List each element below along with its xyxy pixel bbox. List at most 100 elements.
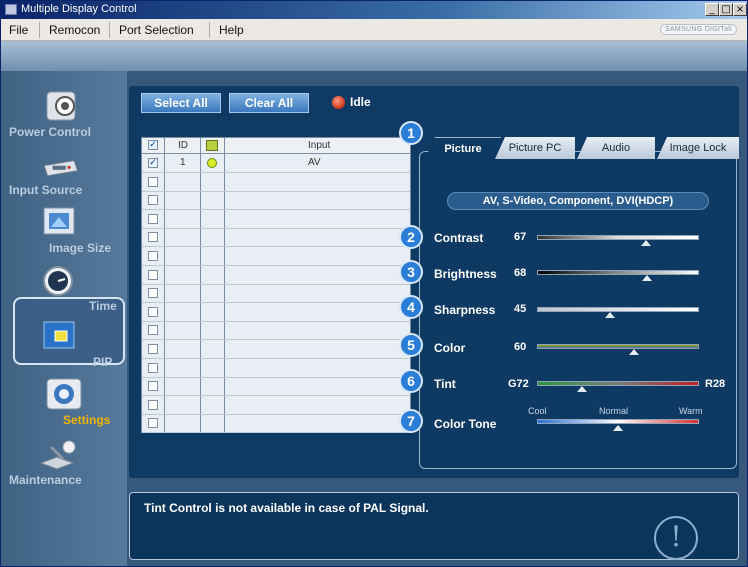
row-checkbox[interactable]: [148, 195, 158, 206]
image-size-icon: [43, 207, 75, 235]
row-checkbox[interactable]: [148, 381, 158, 392]
callout-badge-5: 5: [399, 333, 423, 357]
row-checkbox[interactable]: [148, 251, 158, 261]
table-row[interactable]: [142, 210, 410, 229]
contrast-slider[interactable]: [537, 235, 699, 240]
maintenance-icon: [39, 440, 76, 470]
grid-header: ✓ ID Input: [142, 138, 410, 154]
header-status-icon: [206, 140, 218, 151]
tint-slider-thumb[interactable]: [577, 386, 588, 392]
menu-remocon[interactable]: Remocon: [49, 23, 100, 37]
clear-all-button[interactable]: Clear All: [229, 93, 309, 113]
sidebar-item-settings[interactable]: Settings: [1, 375, 127, 433]
contrast-slider-thumb[interactable]: [640, 240, 651, 246]
color-slider-thumb[interactable]: [629, 349, 640, 355]
input-icon: [43, 160, 78, 177]
message-box: Tint Control is not available in case of…: [129, 492, 739, 560]
contrast-label: Contrast: [434, 231, 484, 245]
color-tone-normal-label: Normal: [599, 406, 629, 416]
row-checkbox[interactable]: [148, 344, 158, 354]
sidebar-item-power-control[interactable]: Power Control: [1, 89, 127, 147]
row-checkbox[interactable]: [148, 418, 158, 429]
sidebar-label-maintenance: Maintenance: [9, 473, 82, 487]
tab-picture-pc[interactable]: Picture PC: [495, 137, 575, 159]
table-row[interactable]: [142, 247, 410, 266]
menu-separator: [39, 22, 40, 38]
color-value: 60: [514, 341, 527, 353]
table-row[interactable]: [142, 321, 410, 341]
row-input: AV: [308, 157, 321, 168]
callout-badge-3: 3: [399, 260, 423, 284]
menu-separator: [109, 22, 110, 38]
row-checkbox[interactable]: [148, 288, 158, 299]
row-checkbox[interactable]: [148, 232, 158, 243]
pip-icon: [43, 321, 75, 349]
window-title: Multiple Display Control: [21, 3, 137, 15]
sidebar-item-time[interactable]: Time: [1, 263, 127, 321]
table-row[interactable]: ✓ 1 AV: [142, 154, 410, 173]
tint-slider[interactable]: [537, 381, 699, 386]
callout-badge-2: 2: [399, 225, 423, 249]
sidebar-item-maintenance[interactable]: Maintenance: [1, 437, 127, 495]
color-slider[interactable]: [537, 344, 699, 349]
color-tone-slider[interactable]: [537, 419, 699, 424]
brightness-slider[interactable]: [537, 270, 699, 275]
close-button[interactable]: ×: [733, 3, 747, 16]
menu-help[interactable]: Help: [219, 23, 244, 37]
row-checkbox[interactable]: [148, 362, 158, 373]
row-checkbox[interactable]: [148, 269, 158, 280]
app-window: Multiple Display Control _ □ × File Remo…: [0, 0, 748, 567]
color-tone-cool-label: Cool: [528, 406, 547, 416]
color-label: Color: [434, 341, 466, 355]
contrast-value: 67: [514, 231, 527, 243]
clock-icon: [43, 266, 73, 296]
color-tone-warm-label: Warm: [679, 406, 703, 416]
header-id: ID: [178, 140, 188, 151]
row-checkbox[interactable]: [148, 176, 158, 187]
sidebar-item-image-size[interactable]: Image Size: [1, 205, 127, 263]
row-checkbox[interactable]: [148, 213, 158, 224]
color-tone-slider-thumb[interactable]: [613, 425, 623, 431]
header-input: Input: [308, 140, 331, 151]
sharpness-slider-thumb[interactable]: [604, 312, 615, 318]
brightness-label: Brightness: [434, 267, 497, 281]
header-select-checkbox[interactable]: ✓: [148, 140, 158, 150]
table-row[interactable]: [142, 414, 410, 434]
maximize-button[interactable]: □: [719, 3, 733, 16]
table-row[interactable]: [142, 228, 410, 248]
callout-badge-7: 7: [399, 409, 423, 433]
signal-types-label: AV, S-Video, Component, DVI(HDCP): [447, 192, 709, 210]
table-row[interactable]: [142, 191, 410, 211]
status-text: Idle: [350, 95, 371, 109]
title-bar: Multiple Display Control _ □ ×: [1, 1, 747, 19]
brightness-slider-thumb[interactable]: [642, 275, 653, 281]
table-row[interactable]: [142, 284, 410, 304]
select-all-button[interactable]: Select All: [141, 93, 221, 113]
table-row[interactable]: [142, 340, 410, 359]
row-checkbox[interactable]: ✓: [148, 158, 158, 168]
menu-file[interactable]: File: [9, 23, 28, 37]
tab-image-lock[interactable]: Image Lock: [657, 137, 739, 159]
tab-picture[interactable]: Picture: [425, 137, 501, 159]
display-grid: ✓ ID Input ✓ 1 AV: [141, 137, 411, 434]
menu-port-selection[interactable]: Port Selection: [119, 23, 194, 37]
sharpness-slider[interactable]: [537, 307, 699, 312]
row-checkbox[interactable]: [148, 325, 158, 336]
table-row[interactable]: [142, 359, 410, 378]
table-row[interactable]: [142, 377, 410, 397]
sidebar-item-input-source[interactable]: Input Source: [1, 151, 127, 209]
table-row[interactable]: [142, 173, 410, 192]
table-row[interactable]: [142, 266, 410, 285]
color-tone-label: Color Tone: [434, 417, 497, 431]
callout-badge-4: 4: [399, 295, 423, 319]
row-checkbox[interactable]: [148, 399, 158, 410]
sidebar-label-pip: PIP: [93, 355, 113, 369]
table-row[interactable]: [142, 396, 410, 415]
tab-audio[interactable]: Audio: [577, 137, 655, 159]
minimize-button[interactable]: _: [705, 3, 719, 16]
row-id: 1: [180, 157, 186, 168]
sidebar-item-pip[interactable]: PIP: [1, 319, 127, 377]
status-indicator-icon: [332, 96, 345, 109]
row-checkbox[interactable]: [148, 306, 158, 317]
table-row[interactable]: [142, 303, 410, 322]
